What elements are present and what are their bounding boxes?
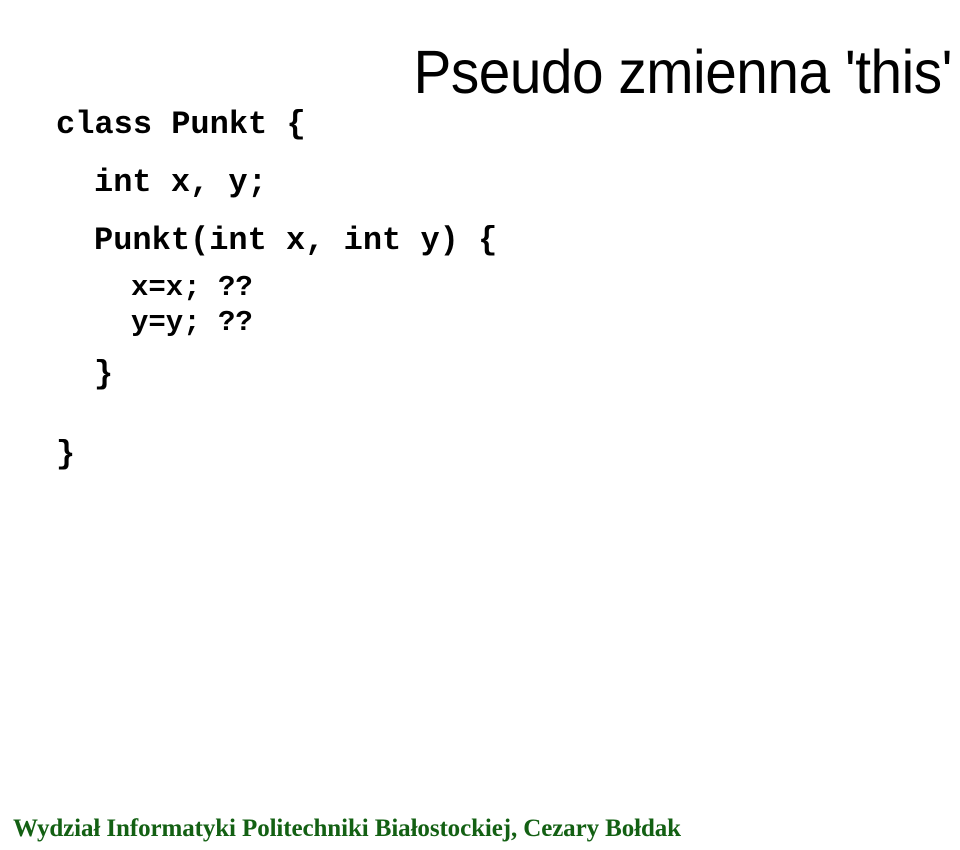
code-line: y=y; ??	[131, 306, 253, 339]
code-line: Punkt(int x, int y) {	[94, 222, 498, 259]
code-line: }	[94, 356, 114, 393]
code-line: int x, y;	[94, 164, 267, 201]
code-line: x=x; ??	[131, 271, 253, 304]
code-block: class Punkt { int x, y; Punkt(int x, int…	[0, 96, 960, 484]
code-line: }	[56, 436, 76, 473]
slide-footer: Wydział Informatyki Politechniki Białost…	[13, 815, 681, 842]
code-line: class Punkt {	[56, 106, 306, 143]
slide-canvas: Pseudo zmienna 'this' class Punkt { int …	[0, 0, 960, 850]
